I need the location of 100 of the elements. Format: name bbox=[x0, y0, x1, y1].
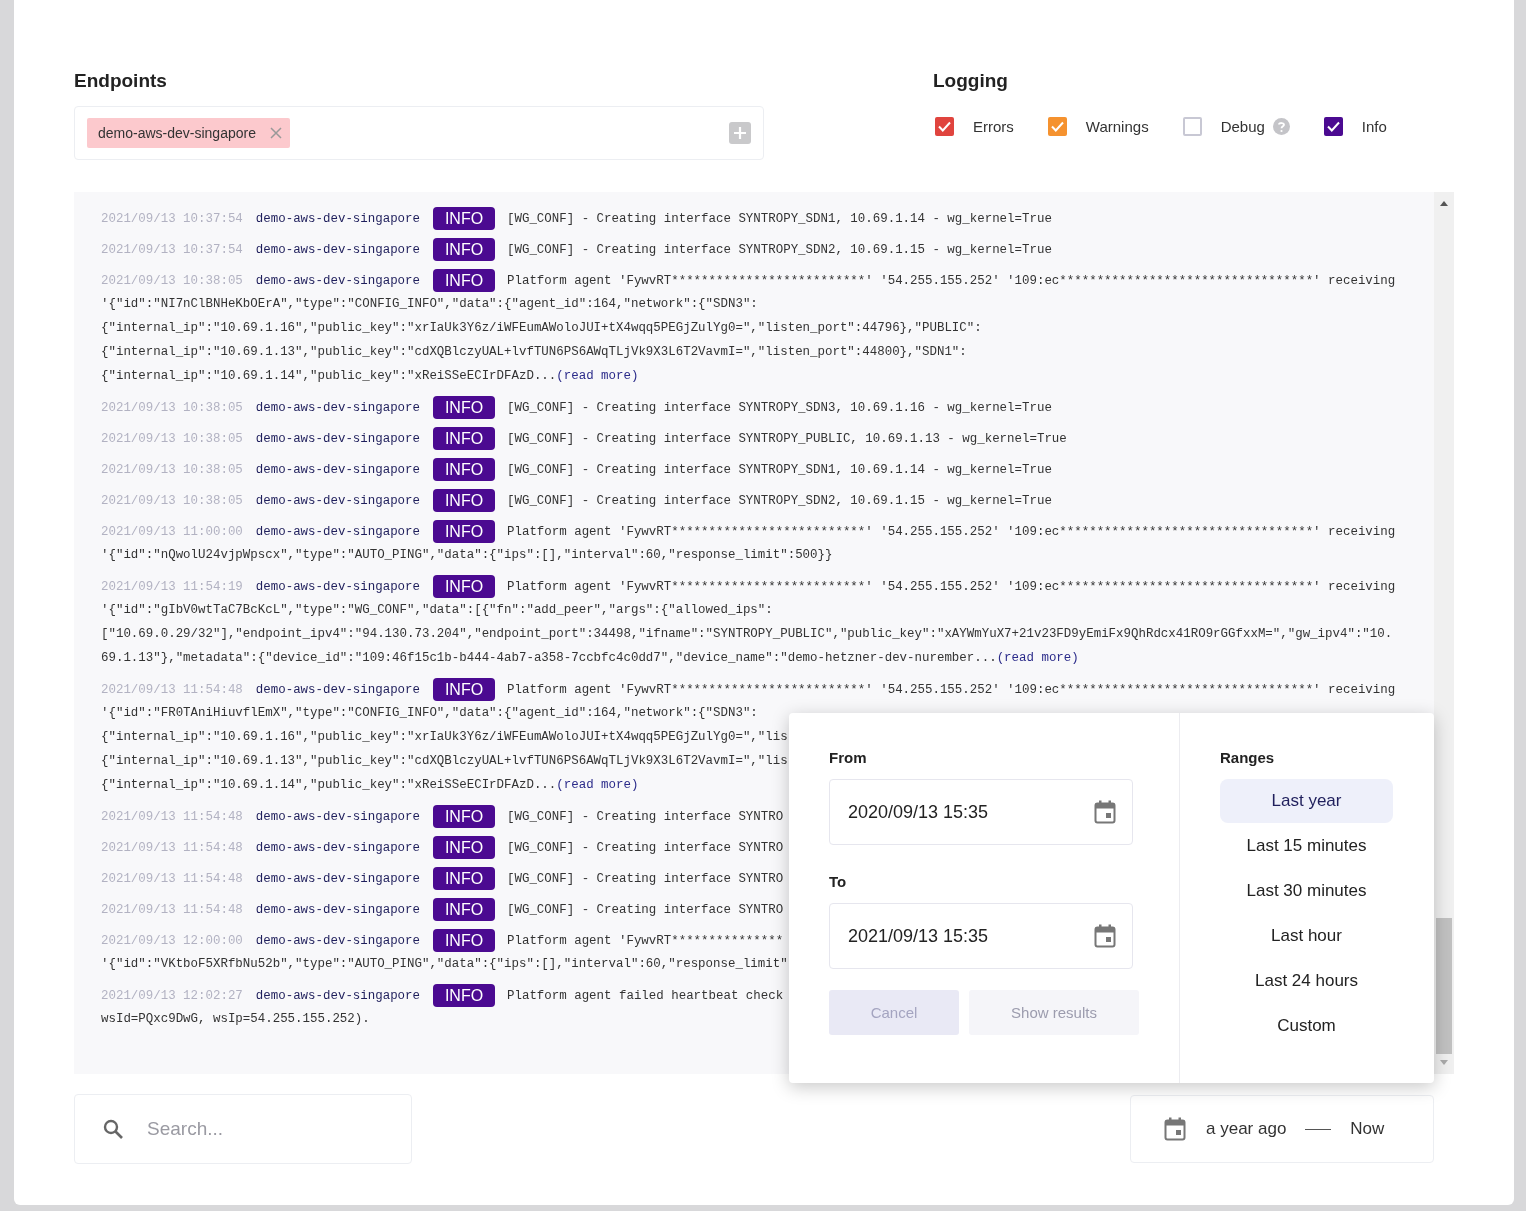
field-label: To bbox=[829, 873, 848, 891]
checkbox[interactable] bbox=[1323, 117, 1343, 136]
log-message: 69.1.13"},"metadata":{"device_id":"109:46f15c1b-b444-4ab7-a358-7ccbfc4c0dd7","device_name":"demo-hetzner-dev-nurember... bbox=[101, 651, 997, 665]
log-source: demo-aws-dev-singapore bbox=[255, 242, 420, 257]
log-source: demo-aws-dev-singapore bbox=[255, 579, 420, 594]
level-badge: INFO bbox=[433, 984, 495, 1007]
level-badge: INFO bbox=[433, 678, 495, 701]
log-message: [WG_CONF] - Creating interface SYNTRO bbox=[507, 871, 784, 886]
range-option[interactable]: Last 30 minutes bbox=[1220, 869, 1393, 913]
log-message: '{"id":"nQwolU24vjpWpscx","type":"AUTO_PING","data":{"ips":[],"interval":60,"response_limit":500}} bbox=[101, 548, 833, 562]
log-source: demo-aws-dev-singapore bbox=[255, 902, 420, 917]
close-icon bbox=[269, 127, 282, 139]
log-source: demo-aws-dev-singapore bbox=[255, 431, 420, 446]
scroll-down-icon bbox=[1440, 1060, 1448, 1065]
log-message: '{"id":"gIbV0wtTaC7BcKcL","type":"WG_CONF","data":[{"fn":"add_peer","args":{"allowed_ips": bbox=[101, 603, 773, 617]
date-field[interactable]: 2020/09/13 15:35 bbox=[829, 779, 1133, 845]
range-option[interactable]: Custom bbox=[1220, 1004, 1393, 1048]
add-button[interactable] bbox=[729, 122, 751, 144]
search-icon bbox=[103, 1119, 123, 1139]
search-field[interactable]: Search... bbox=[74, 1094, 412, 1164]
endpoints-field[interactable]: demo-aws-dev-singapore bbox=[74, 106, 764, 160]
log-message: {"internal_ip":"10.69.1.16","public_key":"xrIaUk3Y6z/iWFEumAWoloJUI+tX4wqq5PEGjZulYg0=","listen_port":44796},"PUBLIC": bbox=[101, 321, 982, 335]
scrollbar-thumb[interactable] bbox=[1436, 918, 1452, 1054]
log-message: {"internal_ip":"10.69.1.13","public_key":"cdXQBlczyUAL+lvfTUN6PS6AWqTLjVk9X3L6T2VavmI=","listen_port":44800},"SDN1": bbox=[101, 345, 967, 359]
field-label: From bbox=[829, 749, 868, 767]
log-source: demo-aws-dev-singapore bbox=[255, 988, 420, 1003]
log-message: [WG_CONF] - Creating interface SYNTRO bbox=[507, 809, 784, 824]
read-more-link[interactable]: (read more) bbox=[556, 778, 639, 792]
checkbox[interactable] bbox=[1047, 117, 1067, 136]
log-source: demo-aws-dev-singapore bbox=[255, 273, 420, 288]
log-source: demo-aws-dev-singapore bbox=[255, 871, 420, 886]
log-message: [WG_CONF] - Creating interface SYNTRO bbox=[507, 902, 784, 917]
log-message: wsId=PQxc9DwG, wsIp=54.255.155.252). bbox=[101, 1012, 370, 1026]
log-source: demo-aws-dev-singapore bbox=[255, 682, 420, 697]
checkbox[interactable] bbox=[935, 117, 954, 136]
level-badge: INFO bbox=[433, 520, 495, 543]
endpoint-tag[interactable]: demo-aws-dev-singapore bbox=[87, 118, 290, 148]
level-badge: INFO bbox=[433, 458, 495, 481]
search-input[interactable]: Search... bbox=[145, 1117, 389, 1141]
log-message: [WG_CONF] - Creating interface SYNTROPY_SDN2, 10.69.1.15 - wg_kernel=True bbox=[507, 493, 1052, 508]
level-badge: INFO bbox=[433, 207, 495, 230]
log-timestamp: 2021/09/13 11:54:48 bbox=[101, 840, 243, 855]
level-badge: INFO bbox=[433, 575, 495, 598]
section-title: Logging bbox=[933, 70, 1009, 92]
calendar-icon bbox=[1094, 800, 1116, 824]
log-message: {"internal_ip":"10.69.1.16","public_key":"xrIaUk3Y6z/iWFEumAWoloJUI+tX4wqq5PEGjZulYg0=","lis bbox=[101, 730, 788, 744]
check-icon bbox=[1326, 121, 1340, 132]
log-source: demo-aws-dev-singapore bbox=[255, 462, 420, 477]
date-field[interactable]: 2021/09/13 15:35 bbox=[829, 903, 1133, 969]
checkbox-label: Warnings bbox=[1085, 118, 1149, 135]
level-badge: INFO bbox=[433, 805, 495, 828]
log-message: '{"id":"FR0TAniHiuvflEmX","type":"CONFIG_INFO","data":{"agent_id":164,"network":{"SDN3": bbox=[101, 706, 758, 720]
checkbox-label: Debug bbox=[1220, 118, 1265, 135]
help-icon bbox=[1272, 118, 1290, 135]
level-badge: INFO bbox=[433, 396, 495, 419]
log-message: {"internal_ip":"10.69.1.14","public_key":"xReiSSeECIrDFAzD... bbox=[101, 778, 557, 792]
level-badge: INFO bbox=[433, 427, 495, 450]
log-message: '{"id":"NI7nClBNHeKbOErA","type":"CONFIG_INFO","data":{"agent_id":164,"network":{"SDN3": bbox=[101, 297, 758, 311]
plus-icon bbox=[734, 127, 746, 139]
range-option[interactable]: Last year bbox=[1220, 779, 1393, 823]
log-message: Platform agent 'FywvRT**************************' '54.255.155.252' '109:ec**********************************' receiving bbox=[507, 524, 1396, 539]
log-timestamp: 2021/09/13 10:38:05 bbox=[101, 273, 243, 288]
log-timestamp: 2021/09/13 11:54:48 bbox=[101, 809, 243, 824]
scrollbar[interactable] bbox=[1434, 192, 1454, 1074]
read-more-link[interactable]: (read more) bbox=[556, 369, 639, 383]
log-source: demo-aws-dev-singapore bbox=[255, 493, 420, 508]
log-message: Platform agent 'FywvRT**************************' '54.255.155.252' '109:ec**********************************' receiving bbox=[507, 273, 1396, 288]
log-timestamp: 2021/09/13 10:38:05 bbox=[101, 493, 243, 508]
range-option[interactable]: Last 24 hours bbox=[1220, 959, 1393, 1003]
section-title: Endpoints bbox=[74, 70, 168, 92]
checkbox[interactable] bbox=[1182, 117, 1202, 136]
date-range-button[interactable]: a year ago Now bbox=[1130, 1095, 1434, 1163]
range-option[interactable]: Last 15 minutes bbox=[1220, 824, 1393, 868]
level-badge: INFO bbox=[433, 489, 495, 512]
log-message: [WG_CONF] - Creating interface SYNTROPY_SDN3, 10.69.1.16 - wg_kernel=True bbox=[507, 400, 1052, 415]
log-message: Platform agent failed heartbeat check bbox=[507, 988, 784, 1003]
scroll-up-icon bbox=[1440, 201, 1448, 206]
log-source: demo-aws-dev-singapore bbox=[255, 524, 420, 539]
log-timestamp: 2021/09/13 12:00:00 bbox=[101, 933, 243, 948]
log-timestamp: 2021/09/13 12:02:27 bbox=[101, 988, 243, 1003]
log-message: [WG_CONF] - Creating interface SYNTRO bbox=[507, 840, 784, 855]
level-badge: INFO bbox=[433, 898, 495, 921]
log-source: demo-aws-dev-singapore bbox=[255, 840, 420, 855]
read-more-link[interactable]: (read more) bbox=[996, 651, 1079, 665]
log-timestamp: 2021/09/13 10:37:54 bbox=[101, 211, 243, 226]
level-badge: INFO bbox=[433, 836, 495, 859]
log-message: ["10.69.0.29/32"],"endpoint_ipv4":"94.130.73.204","endpoint_port":34498,"ifname":"SYNTROPY_PUBLIC","public_key":"xAYWmYuX7+21v23FD9yEmiFx9QhRdcx41RO9rGGfxxM=","gw_ipv4":"10. bbox=[101, 627, 1393, 641]
log-message: {"internal_ip":"10.69.1.13","public_key":"cdXQBlczyUAL+lvfTUN6PS6AWqTLjVk9X3L6T2VavmI=","lis bbox=[101, 754, 788, 768]
log-source: demo-aws-dev-singapore bbox=[255, 211, 420, 226]
log-source: demo-aws-dev-singapore bbox=[255, 400, 420, 415]
section-title: Ranges bbox=[1220, 749, 1276, 767]
level-badge: INFO bbox=[433, 238, 495, 261]
calendar-icon bbox=[1094, 924, 1116, 948]
level-badge: INFO bbox=[433, 929, 495, 952]
checkbox-label: Info bbox=[1361, 118, 1387, 135]
range-option[interactable]: Last hour bbox=[1220, 914, 1393, 958]
log-source: demo-aws-dev-singapore bbox=[255, 809, 420, 824]
log-message: Platform agent 'FywvRT**************************' '54.255.155.252' '109:ec**********************************' receiving bbox=[507, 579, 1396, 594]
log-timestamp: 2021/09/13 11:00:00 bbox=[101, 524, 243, 539]
log-message: {"internal_ip":"10.69.1.14","public_key":"xReiSSeECIrDFAzD... bbox=[101, 369, 557, 383]
